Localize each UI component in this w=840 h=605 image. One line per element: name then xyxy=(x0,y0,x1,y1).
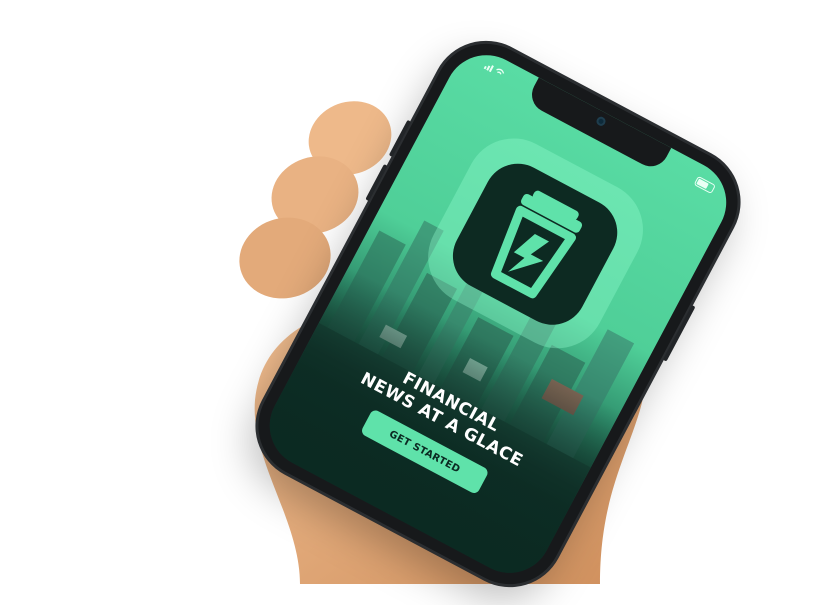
front-camera xyxy=(594,115,608,128)
battery-icon xyxy=(693,175,716,195)
mockup-scene: FINANCIAL NEWS AT A GLACE GET STARTED xyxy=(0,0,840,603)
signal-icon xyxy=(482,61,507,82)
